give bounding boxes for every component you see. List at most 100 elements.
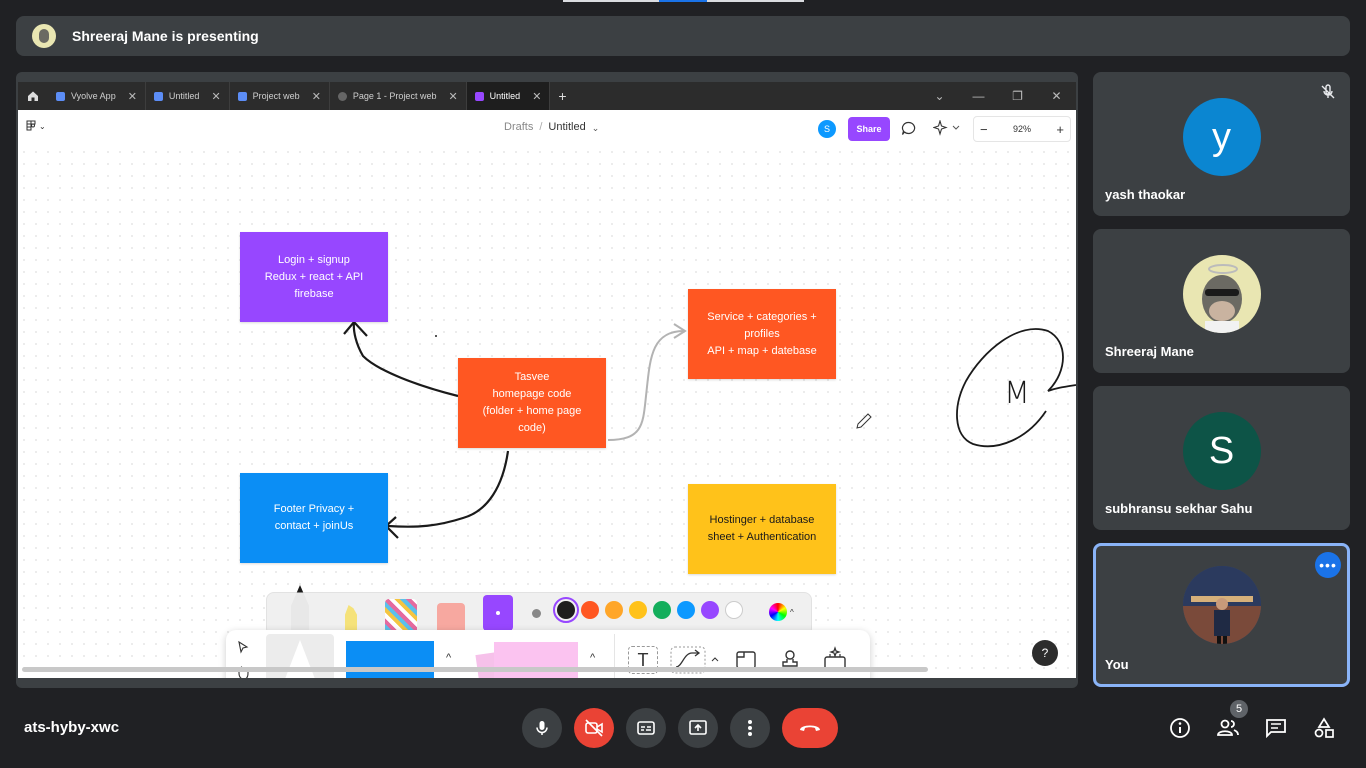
figjam-canvas[interactable]: M Login + signup Redux + react + API fir…	[18, 146, 1076, 678]
sticky-tasvee[interactable]: Tasvee homepage code (folder + home page…	[458, 358, 606, 448]
participant-tile-shreeraj[interactable]: Shreeraj Mane	[1093, 229, 1350, 373]
presenting-banner: Shreeraj Mane is presenting	[16, 16, 1350, 56]
tab-page1-project-web[interactable]: Page 1 - Project web ✕	[330, 82, 467, 110]
chevron-down-icon: ⌄	[39, 121, 46, 131]
move-tool-icon[interactable]	[236, 640, 250, 654]
participant-name: yash thaokar	[1105, 187, 1186, 202]
people-count-badge: 5	[1230, 700, 1248, 718]
color-swatch-yellow[interactable]	[629, 601, 647, 619]
color-wheel-icon	[769, 603, 787, 621]
participant-tile-yash[interactable]: y yash thaokar	[1093, 72, 1350, 216]
chevron-up-icon[interactable]: ^	[446, 652, 451, 664]
help-button[interactable]: ?	[1032, 640, 1058, 666]
tab-untitled-active[interactable]: Untitled ✕	[466, 82, 551, 110]
stroke-small-button[interactable]	[483, 595, 513, 631]
captions-icon	[637, 721, 655, 735]
zoom-out-button[interactable]: −	[980, 122, 988, 137]
camera-off-icon	[585, 719, 603, 737]
sticky-service[interactable]: Service + categories + profiles API + ma…	[688, 289, 836, 379]
more-options-button[interactable]	[730, 708, 770, 748]
close-icon[interactable]: ✕	[312, 90, 321, 103]
figma-file-icon	[56, 91, 65, 101]
new-tab-icon[interactable]: +	[550, 88, 574, 104]
collaborator-avatar[interactable]: S	[818, 120, 836, 138]
close-icon[interactable]: ✕	[128, 90, 137, 103]
comment-icon[interactable]	[901, 121, 917, 136]
sticky-note-tool-button[interactable]	[494, 642, 578, 678]
participant-name: You	[1105, 657, 1129, 672]
breadcrumb-drafts[interactable]: Drafts	[504, 121, 533, 135]
meeting-code: ats-hyby-xwc	[24, 719, 120, 736]
end-call-icon	[800, 725, 820, 731]
color-swatches	[553, 597, 743, 623]
close-window-icon[interactable]: ✕	[1037, 89, 1076, 103]
avatar	[1182, 566, 1261, 644]
chevron-down-icon[interactable]: ⌄	[592, 121, 600, 135]
shape-tool-button[interactable]	[346, 641, 434, 678]
figma-file-icon	[237, 91, 247, 101]
handwritten-letter: M	[1004, 376, 1030, 411]
horizontal-scrollbar[interactable]	[22, 667, 928, 672]
zoom-level[interactable]: 92%	[1013, 124, 1031, 134]
avatar	[1182, 255, 1261, 333]
tab-vyolve-app[interactable]: Vyolve App ✕	[48, 82, 146, 110]
tab-untitled[interactable]: Untitled ✕	[146, 82, 230, 110]
close-icon[interactable]: ✕	[448, 90, 457, 103]
custom-color-button[interactable]: ^	[769, 603, 794, 621]
more-options-icon[interactable]: •••	[1315, 552, 1341, 578]
chat-button[interactable]	[1264, 716, 1288, 740]
sticky-text: Login + signup Redux + react + API fireb…	[264, 253, 364, 300]
color-swatch-black[interactable]	[553, 597, 579, 623]
participant-tile-you[interactable]: ••• You	[1093, 543, 1350, 687]
restore-icon[interactable]: ❐	[998, 89, 1037, 103]
participant-name: subhransu sekhar Sahu	[1105, 501, 1253, 516]
zoom-in-button[interactable]: +	[1056, 122, 1064, 137]
camera-button[interactable]	[574, 708, 614, 748]
color-swatch-orange[interactable]	[605, 601, 623, 619]
people-button[interactable]: 5	[1216, 700, 1248, 740]
participant-name: Shreeraj Mane	[1105, 344, 1194, 359]
present-screen-button[interactable]	[678, 708, 718, 748]
activities-button[interactable]	[1312, 716, 1336, 740]
captions-button[interactable]	[626, 708, 666, 748]
stroke-large-button[interactable]	[521, 595, 551, 631]
minimize-icon[interactable]: —	[959, 89, 998, 103]
sticky-text: Tasvee homepage code (folder + home page…	[482, 371, 582, 434]
chevron-up-icon[interactable]: ^	[590, 652, 595, 664]
file-name[interactable]: Untitled	[548, 121, 585, 135]
chevron-up-icon: ^	[790, 607, 794, 617]
ai-sparkle-icon[interactable]	[933, 120, 961, 136]
chat-icon	[1266, 719, 1286, 738]
participant-tile-subhransu[interactable]: S subhransu sekhar Sahu	[1093, 386, 1350, 530]
mic-off-icon	[1321, 84, 1335, 99]
sticky-login[interactable]: Login + signup Redux + react + API fireb…	[240, 232, 388, 322]
people-icon	[1217, 719, 1239, 736]
color-swatch-orange-red[interactable]	[581, 601, 599, 619]
home-icon[interactable]	[18, 82, 48, 110]
figma-logo-icon	[26, 120, 36, 131]
meeting-info-button[interactable]	[1168, 716, 1192, 740]
zoom-control: − 92% +	[973, 116, 1071, 142]
figjam-toolbar: ⌄ Drafts / Untitled ⌄ S Share − 92% +	[18, 110, 1076, 146]
microphone-button[interactable]	[522, 708, 562, 748]
color-swatch-green[interactable]	[653, 601, 671, 619]
play-icon	[337, 91, 347, 101]
color-swatch-blue[interactable]	[677, 601, 695, 619]
hand-drawn-arrow-footer	[387, 450, 510, 528]
sticky-footer[interactable]: Footer Privacy + contact + joinUs	[240, 473, 388, 563]
color-swatch-purple[interactable]	[701, 601, 719, 619]
color-swatch-white[interactable]	[725, 601, 743, 619]
leave-call-button[interactable]	[782, 708, 838, 748]
sticky-text: Service + categories + profiles API + ma…	[707, 310, 817, 357]
close-icon[interactable]: ✕	[211, 90, 220, 103]
figjam-window: Vyolve App ✕ Untitled ✕ Project web ✕ Page …	[18, 82, 1076, 678]
main-menu-button[interactable]: ⌄	[26, 120, 46, 132]
share-button[interactable]: Share	[848, 117, 890, 141]
shared-screen: Vyolve App ✕ Untitled ✕ Project web ✕ Page …	[16, 72, 1078, 688]
sticky-hostinger[interactable]: Hostinger + database sheet + Authenticat…	[688, 484, 836, 574]
figma-file-icon	[153, 91, 163, 101]
tab-project-web[interactable]: Project web ✕	[230, 82, 330, 110]
close-icon[interactable]: ✕	[532, 90, 541, 103]
chevron-down-icon[interactable]: ⌄	[920, 89, 959, 103]
ape-avatar-image	[1201, 264, 1242, 333]
